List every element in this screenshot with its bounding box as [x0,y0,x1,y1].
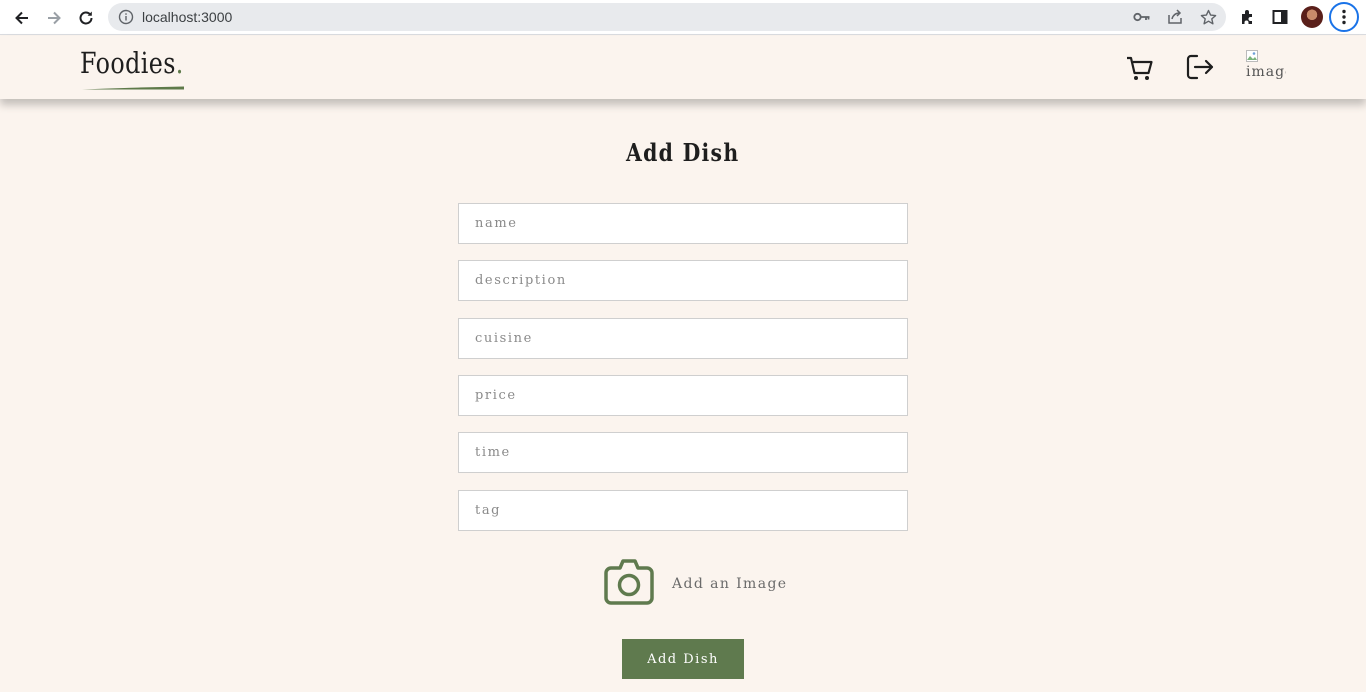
add-dish-button[interactable]: Add Dish [622,639,744,679]
tag-field [458,490,908,531]
price-input[interactable] [459,376,907,415]
side-panel-icon[interactable] [1268,5,1292,29]
price-field [458,375,908,416]
more-menu-icon[interactable] [1329,2,1359,32]
profile-image[interactable]: image [1246,50,1286,84]
key-icon[interactable] [1132,8,1152,26]
app-header: Foodies. image [0,36,1366,99]
tag-input[interactable] [459,491,907,530]
logo-text: Foodies [80,46,176,80]
cart-icon[interactable] [1124,52,1156,84]
star-icon[interactable] [1198,8,1218,26]
logo-underline [82,86,184,90]
browser-toolbar: localhost:3000 [0,0,1366,35]
forward-icon[interactable] [41,5,67,31]
description-field [458,260,908,301]
add-image-button[interactable]: Add an Image [603,556,786,610]
name-field [458,203,908,244]
address-bar[interactable]: localhost:3000 [108,3,1226,31]
description-input[interactable] [459,261,907,300]
profile-avatar[interactable] [1301,6,1323,28]
profile-image-alt: image [1246,64,1286,80]
time-input[interactable] [459,433,907,472]
logo-dot: . [175,46,184,80]
logout-icon[interactable] [1183,51,1215,83]
name-input[interactable] [459,204,907,243]
url-text: localhost:3000 [142,9,233,25]
camera-icon[interactable] [603,556,655,608]
cuisine-input[interactable] [459,319,907,358]
site-info-icon[interactable] [118,9,134,30]
back-icon[interactable] [9,5,35,31]
page-title: Add Dish [626,138,740,167]
extensions-icon[interactable] [1236,5,1260,29]
share-icon[interactable] [1165,8,1185,26]
logo[interactable]: Foodies. [80,46,184,80]
add-image-label: Add an Image [672,576,788,592]
reload-icon[interactable] [73,5,99,31]
broken-image-icon [1246,50,1258,62]
cuisine-field [458,318,908,359]
time-field [458,432,908,473]
